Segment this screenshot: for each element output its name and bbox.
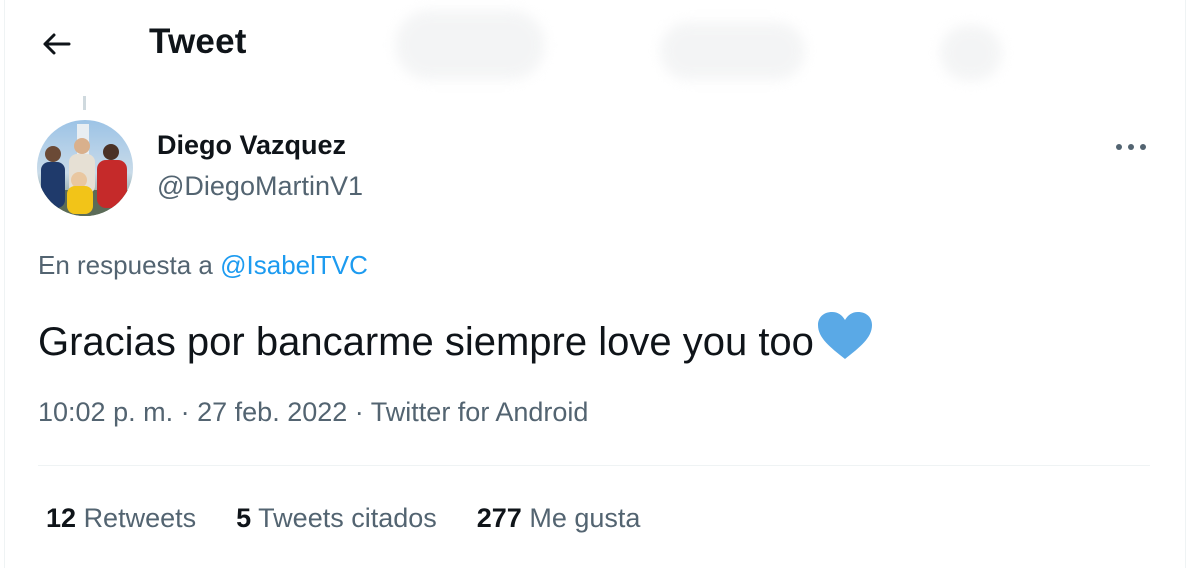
- blurred-background: [395, 10, 545, 80]
- arrow-left-icon: [43, 33, 71, 55]
- retweets-label: Retweets: [83, 503, 197, 533]
- page-header: Tweet: [0, 0, 1200, 88]
- more-horizontal-icon: [1116, 144, 1146, 150]
- tweet-time[interactable]: 10:02 p. m.: [38, 397, 173, 427]
- quote-tweets-stat[interactable]: 5 Tweets citados: [236, 503, 437, 534]
- reply-to-handle-link[interactable]: @IsabelTVC: [220, 250, 368, 280]
- tweet-source[interactable]: Twitter for Android: [371, 397, 589, 427]
- divider: [38, 465, 1150, 466]
- tweet-meta: 10:02 p. m. · 27 feb. 2022 · Twitter for…: [38, 397, 588, 428]
- meta-separator: ·: [180, 397, 190, 427]
- retweets-stat[interactable]: 12 Retweets: [46, 503, 196, 534]
- avatar-photo: [37, 120, 133, 216]
- tweet-date[interactable]: 27 feb. 2022: [197, 397, 347, 427]
- blurred-background: [940, 25, 1002, 81]
- avatar[interactable]: [37, 120, 133, 216]
- reply-context-prefix: En respuesta a: [38, 250, 213, 280]
- likes-label: Me gusta: [529, 503, 641, 533]
- author-display-name[interactable]: Diego Vazquez: [157, 130, 346, 161]
- page-title: Tweet: [149, 22, 247, 61]
- tweet-body: Gracias por bancarme siempre love you to…: [38, 320, 814, 364]
- blurred-background: [660, 22, 805, 80]
- retweets-count: 12: [46, 503, 77, 533]
- blue-heart-icon: [816, 311, 874, 373]
- meta-separator: ·: [354, 397, 364, 427]
- thread-connector: [83, 96, 86, 110]
- quote-tweets-label: Tweets citados: [258, 503, 437, 533]
- likes-count: 277: [476, 503, 522, 533]
- back-button[interactable]: [34, 24, 78, 64]
- tweet-stats: 12 Retweets 5 Tweets citados 277 Me gust…: [46, 503, 640, 534]
- author-username[interactable]: @DiegoMartinV1: [157, 171, 363, 202]
- reply-context: En respuesta a @IsabelTVC: [38, 250, 368, 281]
- quote-tweets-count: 5: [236, 503, 252, 533]
- tweet-text: Gracias por bancarme siempre love you to…: [38, 311, 874, 373]
- more-options-button[interactable]: [1109, 127, 1153, 167]
- likes-stat[interactable]: 277 Me gusta: [477, 503, 641, 534]
